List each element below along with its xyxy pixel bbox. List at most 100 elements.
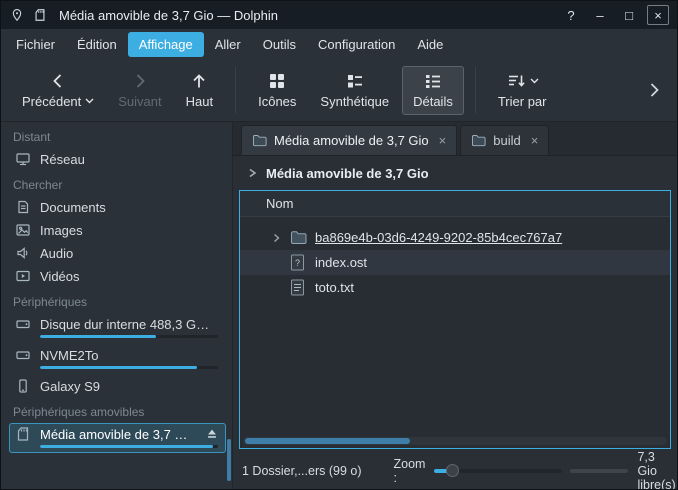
- status-bar: 1 Dossier,...ers (99 o) Zoom : 7,3 Gio l…: [233, 453, 677, 489]
- chevron-right-icon: [130, 72, 150, 90]
- toolbar-separator: [475, 67, 476, 113]
- menu-affichage[interactable]: Affichage: [128, 32, 204, 57]
- breadcrumb[interactable]: Média amovible de 3,7 Gio: [233, 156, 677, 190]
- toolbar-overflow-button[interactable]: [641, 77, 667, 103]
- disk-usage-bar: [40, 445, 218, 448]
- file-name: ba869e4b-03d6-4249-9202-85b4cec767a7: [315, 230, 562, 245]
- sidebar-item-label: Média amovible de 3,7 …: [40, 427, 195, 442]
- sidebar-item-documents[interactable]: Documents: [9, 196, 226, 218]
- sidebar-item-label: Documents: [40, 200, 220, 215]
- sd-card-icon: [15, 426, 31, 442]
- file-row-index-ost[interactable]: ? index.ost: [240, 250, 670, 275]
- file-row-folder[interactable]: ba869e4b-03d6-4249-9202-85b4cec767a7: [240, 225, 670, 250]
- sidebar-item-label: Audio: [40, 246, 220, 261]
- forward-button[interactable]: Suivant: [107, 66, 172, 115]
- sidebar-item-label: NVME2To: [40, 348, 220, 363]
- tab-label: build: [493, 133, 520, 148]
- arrow-up-icon: [189, 72, 209, 90]
- sort-icon: [506, 72, 526, 90]
- sidebar-item-label: Disque dur interne 488,3 G…: [40, 317, 220, 332]
- phone-icon: [15, 378, 31, 394]
- sidebar-item-label: Galaxy S9: [40, 379, 220, 394]
- back-button[interactable]: Précédent: [11, 66, 105, 115]
- audio-icon: [15, 245, 31, 261]
- column-header-nom[interactable]: Nom: [240, 191, 670, 217]
- details-view-button[interactable]: Détails: [402, 66, 464, 115]
- sidebar-item-label: Vidéos: [40, 269, 220, 284]
- section-header-peripheriques: Périphériques: [13, 295, 222, 309]
- app-icon[interactable]: [32, 7, 48, 23]
- sidebar-item-galaxy-s9[interactable]: Galaxy S9: [9, 375, 226, 397]
- images-icon: [15, 222, 31, 238]
- sidebar-item-audio[interactable]: Audio: [9, 242, 226, 264]
- zoom-slider[interactable]: [434, 469, 562, 473]
- sidebar-item-disque-interne[interactable]: Disque dur interne 488,3 G…: [9, 313, 226, 343]
- grid-view-icon: [267, 72, 287, 90]
- help-button[interactable]: ?: [560, 5, 582, 25]
- compact-view-label: Synthétique: [320, 94, 389, 109]
- menu-edition[interactable]: Édition: [66, 32, 128, 57]
- sort-by-button[interactable]: Trier par: [487, 66, 558, 115]
- minimize-button[interactable]: –: [589, 5, 611, 25]
- maximize-button[interactable]: □: [618, 5, 640, 25]
- dolphin-window: Média amovible de 3,7 Gio — Dolphin ? – …: [0, 0, 678, 490]
- hard-drive-icon: [15, 347, 31, 363]
- section-header-chercher: Chercher: [13, 178, 222, 192]
- sort-by-label: Trier par: [498, 94, 547, 109]
- disk-usage-bar: [40, 335, 218, 338]
- menu-aller[interactable]: Aller: [204, 32, 252, 57]
- folder-view-container: Nom ba869e4b-03d6-4249-9202-85b4cec767a7: [233, 190, 677, 453]
- zoom-control: Zoom :: [394, 457, 563, 485]
- sidebar-item-images[interactable]: Images: [9, 219, 226, 241]
- horizontal-scrollbar-thumb[interactable]: [245, 438, 410, 444]
- close-button[interactable]: ×: [647, 5, 669, 25]
- videos-icon: [15, 268, 31, 284]
- tab-close-icon[interactable]: ×: [531, 133, 539, 148]
- menubar: Fichier Édition Affichage Aller Outils C…: [1, 29, 677, 59]
- window-title: Média amovible de 3,7 Gio — Dolphin: [59, 8, 278, 23]
- folder-view[interactable]: Nom ba869e4b-03d6-4249-9202-85b4cec767a7: [239, 190, 671, 449]
- main-panel: Média amovible de 3,7 Gio × build × Médi…: [233, 122, 677, 489]
- menu-aide[interactable]: Aide: [406, 32, 454, 57]
- forward-label: Suivant: [118, 94, 161, 109]
- folder-icon: [290, 230, 307, 245]
- expand-arrow-icon[interactable]: [270, 232, 282, 244]
- sidebar-item-videos[interactable]: Vidéos: [9, 265, 226, 287]
- chevron-down-icon: [85, 98, 94, 104]
- sidebar-item-nvme2to[interactable]: NVME2To: [9, 344, 226, 374]
- window-pin-icon[interactable]: [9, 7, 25, 23]
- tab-label: Média amovible de 3,7 Gio: [274, 133, 429, 148]
- free-space-widget: 7,3 Gio libre(s): [570, 450, 675, 490]
- chevron-left-icon: [48, 72, 68, 90]
- chevron-right-icon[interactable]: [246, 167, 258, 179]
- disk-usage-bar: [40, 366, 218, 369]
- breadcrumb-location[interactable]: Média amovible de 3,7 Gio: [266, 166, 429, 181]
- sidebar-item-label: Réseau: [40, 152, 220, 167]
- folder-icon: [471, 134, 486, 147]
- tab-media-amovible[interactable]: Média amovible de 3,7 Gio ×: [241, 125, 457, 155]
- free-space-label: 7,3 Gio libre(s): [637, 450, 675, 490]
- icons-view-button[interactable]: Icônes: [247, 66, 307, 115]
- compact-view-button[interactable]: Synthétique: [309, 66, 400, 115]
- network-icon: [15, 151, 31, 167]
- sidebar-item-media-amovible[interactable]: Média amovible de 3,7 …: [9, 423, 226, 453]
- menu-outils[interactable]: Outils: [252, 32, 307, 57]
- sidebar-item-reseau[interactable]: Réseau: [9, 148, 226, 170]
- horizontal-scrollbar[interactable]: [243, 437, 667, 445]
- icons-view-label: Icônes: [258, 94, 296, 109]
- tab-close-icon[interactable]: ×: [439, 133, 447, 148]
- tab-bar-empty-space: [552, 125, 671, 155]
- titlebar[interactable]: Média amovible de 3,7 Gio — Dolphin ? – …: [1, 1, 677, 29]
- file-row-toto-txt[interactable]: toto.txt: [240, 275, 670, 300]
- chevron-down-icon: [530, 78, 539, 84]
- toolbar-separator: [235, 67, 236, 113]
- menu-configuration[interactable]: Configuration: [307, 32, 406, 57]
- menu-fichier[interactable]: Fichier: [5, 32, 66, 57]
- tab-build[interactable]: build ×: [460, 125, 549, 155]
- zoom-slider-handle[interactable]: [446, 464, 459, 477]
- unknown-file-icon: ?: [290, 254, 307, 271]
- eject-icon[interactable]: [204, 426, 220, 442]
- up-button[interactable]: Haut: [175, 66, 224, 115]
- sidebar-scrollbar[interactable]: [227, 439, 231, 481]
- documents-icon: [15, 199, 31, 215]
